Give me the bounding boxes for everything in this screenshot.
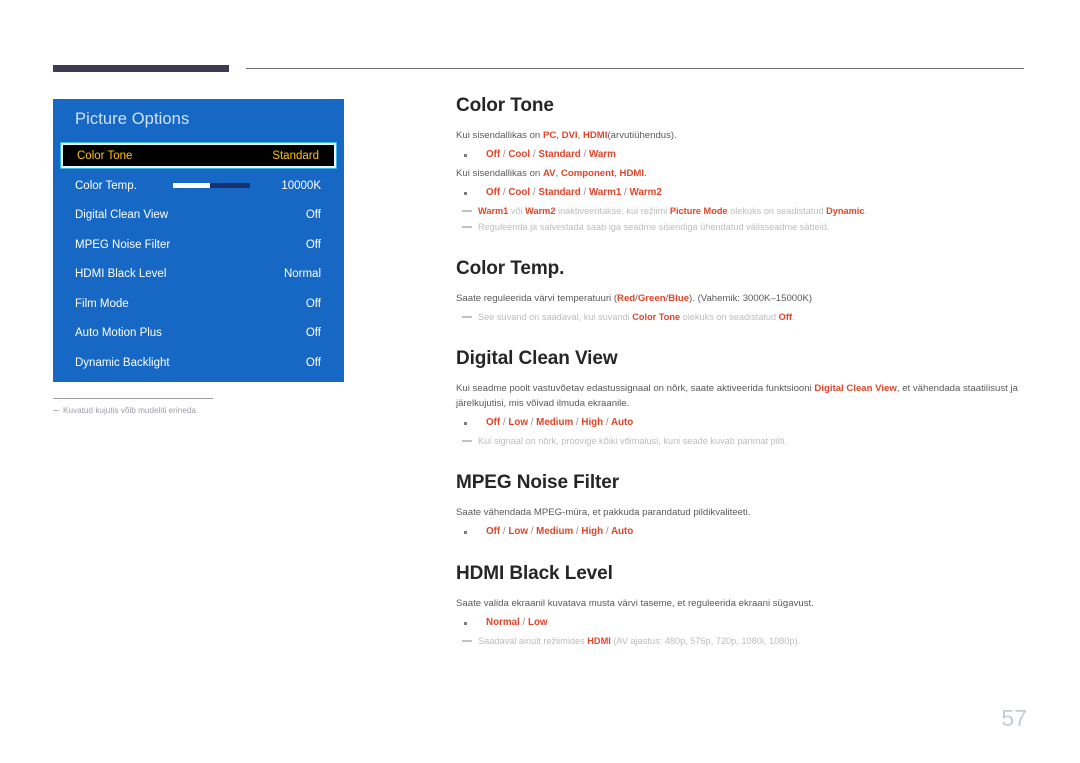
osd-row-value: Off	[305, 238, 321, 251]
osd-row-film-mode[interactable]: Film Mode Off	[53, 289, 344, 319]
section-color-temp: Color Temp. Saate reguleerida värvi tempe…	[456, 258, 1028, 325]
osd-footnote-text: Kuvatud kujutis võib mudeliti erineda.	[53, 406, 283, 415]
section-heading: HDMI Black Level	[456, 563, 613, 584]
section-hdmi-black-level: HDMI Black Level Saate valida ekraanil ku…	[456, 563, 1028, 649]
section-heading: MPEG Noise Filter	[456, 472, 620, 493]
osd-row-value: Off	[305, 209, 321, 222]
section-heading: Color Temp.	[456, 258, 565, 279]
osd-row-color-tone[interactable]: Color Tone Standard	[61, 143, 336, 168]
option-list: Normal / Low	[456, 615, 1028, 631]
dash-marker-icon	[53, 409, 59, 411]
page-number: 57	[1001, 705, 1027, 731]
color-temp-slider[interactable]	[172, 183, 250, 189]
option-list-item: Off / Low / Medium / High / Auto	[464, 415, 1028, 431]
osd-row-label: Film Mode	[75, 297, 129, 310]
section-paragraph: Saate valida ekraanil kuvatava musta vär…	[456, 598, 814, 609]
option-list-item: Off / Low / Medium / High / Auto	[464, 524, 1028, 540]
osd-panel-title: Picture Options	[75, 110, 190, 128]
osd-row-dynamic-backlight[interactable]: Dynamic Backlight Off	[53, 348, 344, 378]
osd-row-hdmi-black-level[interactable]: HDMI Black Level Normal	[53, 260, 344, 290]
section-paragraph: Saate vähendada MPEG-müra, et pakkuda pa…	[456, 507, 751, 518]
osd-row-mpeg-noise-filter[interactable]: MPEG Noise Filter Off	[53, 230, 344, 260]
osd-row-label: Dynamic Backlight	[75, 356, 170, 369]
osd-footnote-label: Kuvatud kujutis võib mudeliti erineda.	[63, 406, 199, 415]
section-heading: Digital Clean View	[456, 348, 618, 369]
osd-row-label: Color Temp.	[75, 179, 137, 192]
picture-options-osd-panel: Picture Options Color Tone Standard Color …	[53, 99, 344, 382]
osd-row-label: Digital Clean View	[75, 209, 169, 222]
page-header-rules	[0, 0, 1080, 90]
section-paragraph: Kui sisendallikas on AV, Component, HDMI…	[456, 168, 647, 179]
osd-row-label: Auto Motion Plus	[75, 327, 162, 340]
osd-footnote-divider	[53, 398, 213, 399]
option-list-item: Normal / Low	[464, 615, 1028, 631]
section-note: Reguleerida ja salvestada saab iga seadm…	[462, 220, 1028, 235]
osd-footnote: Kuvatud kujutis võib mudeliti erineda.	[53, 398, 283, 415]
section-paragraph: Kui sisendallikas on PC, DVI, HDMI(arvut…	[456, 130, 677, 141]
osd-row-value: Off	[305, 327, 321, 340]
section-paragraph: Saate reguleerida värvi temperatuuri (Re…	[456, 293, 813, 304]
osd-row-label: Color Tone	[77, 149, 133, 162]
section-note: Kui signaal on nõrk, proovige kõiki võim…	[462, 434, 1028, 449]
osd-row-digital-clean-view[interactable]: Digital Clean View Off	[53, 201, 344, 231]
osd-row-label: MPEG Noise Filter	[75, 238, 171, 251]
section-heading: Color Tone	[456, 95, 554, 116]
section-color-tone: Color Tone Kui sisendallikas on PC, DVI, …	[456, 95, 1028, 235]
option-list: Off / Cool / Standard / Warm	[456, 147, 1028, 163]
header-accent-bar	[53, 65, 229, 72]
osd-row-value: Normal	[283, 268, 321, 281]
color-temp-slider-fill	[172, 183, 210, 189]
osd-row-value: Off	[305, 356, 321, 369]
section-note: Warm1 või Warm2 inaktiveeritakse, kui re…	[462, 204, 1028, 219]
osd-row-control-area	[137, 183, 282, 189]
option-list: Off / Cool / Standard / Warm1 / Warm2	[456, 185, 1028, 201]
section-note: Saadaval ainult režiimides HDMI (AV ajas…	[462, 634, 1028, 649]
section-paragraph: Kui seadme poolt vastuvõetav edastussign…	[456, 383, 1018, 409]
header-divider-line	[246, 68, 1024, 69]
osd-row-value: Standard	[272, 149, 319, 162]
osd-row-value: Off	[305, 297, 321, 310]
osd-row-label: HDMI Black Level	[75, 268, 167, 281]
option-list: Off / Low / Medium / High / Auto	[456, 524, 1028, 540]
option-list-item: Off / Cool / Standard / Warm1 / Warm2	[464, 185, 1028, 201]
option-list: Off / Low / Medium / High / Auto	[456, 415, 1028, 431]
osd-row-auto-motion-plus[interactable]: Auto Motion Plus Off	[53, 319, 344, 349]
section-note: See suvand on saadaval, kui suvandi Colo…	[462, 310, 1028, 325]
osd-menu-list: Color Tone Standard Color Temp. 10000K Digit…	[53, 141, 344, 378]
section-mpeg-noise-filter: MPEG Noise Filter Saate vähendada MPEG-mü…	[456, 472, 1028, 540]
osd-row-color-temp[interactable]: Color Temp. 10000K	[53, 171, 344, 201]
section-digital-clean-view: Digital Clean View Kui seadme poolt vastu…	[456, 348, 1028, 449]
option-list-item: Off / Cool / Standard / Warm	[464, 147, 1028, 163]
osd-row-value: 10000K	[281, 179, 321, 192]
manual-content-column: Color Tone Kui sisendallikas on PC, DVI, …	[456, 95, 1028, 649]
